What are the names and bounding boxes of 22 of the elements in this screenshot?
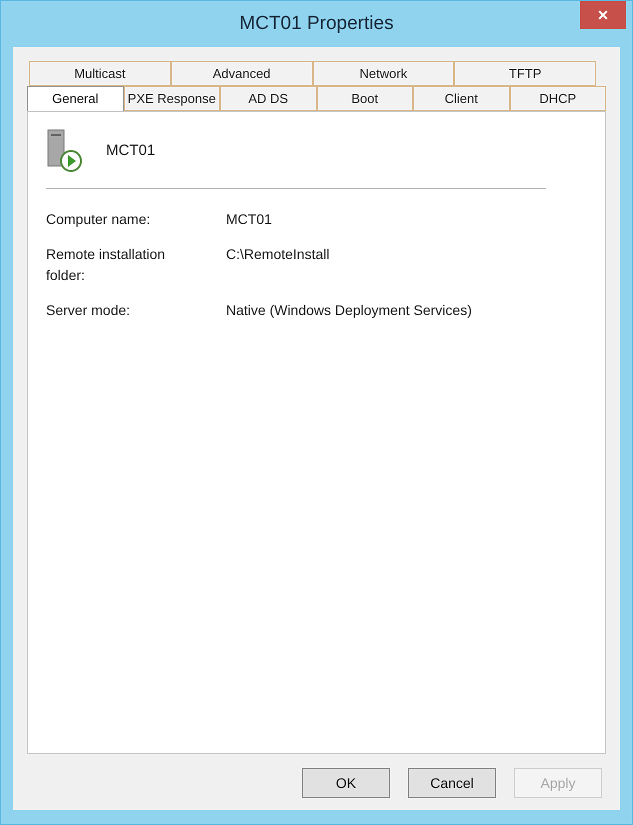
server-name: MCT01 (106, 140, 156, 161)
dialog-button[interactable]: OK (302, 768, 390, 798)
tab[interactable]: Client (413, 86, 510, 111)
property-label: Server mode: (46, 301, 132, 320)
tab[interactable]: DHCP (510, 86, 606, 111)
tab[interactable]: Boot (316, 86, 413, 111)
window-title: MCT01 Properties (239, 12, 394, 36)
property-value: C:\RemoteInstall (226, 245, 330, 264)
tab[interactable]: PXE Response (124, 86, 220, 111)
property-value: Native (Windows Deployment Services) (226, 301, 472, 320)
property-label: Remote installation folder: (46, 245, 166, 285)
property-label: Computer name: (46, 210, 152, 229)
dialog-button[interactable]: Cancel (408, 768, 496, 798)
tab[interactable]: Network (312, 61, 454, 86)
property-value: MCT01 (226, 210, 272, 229)
tab[interactable]: TFTP (454, 61, 596, 86)
tab[interactable]: General (27, 86, 124, 111)
tab[interactable]: AD DS (220, 86, 316, 111)
tab[interactable]: Multicast (29, 61, 171, 86)
server-icon (46, 128, 84, 174)
close-button[interactable]: × (580, 1, 626, 29)
tab[interactable]: Advanced (170, 61, 312, 86)
